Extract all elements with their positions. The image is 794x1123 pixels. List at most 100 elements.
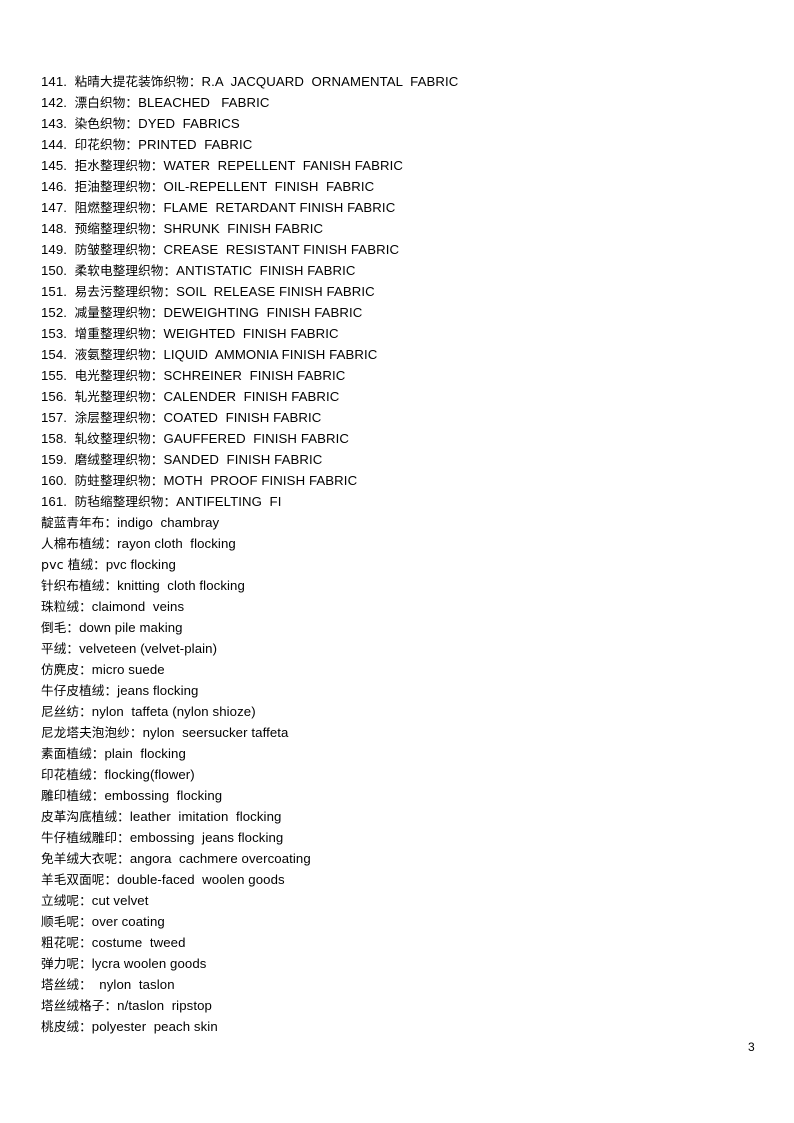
glossary-entry: 尼丝纺：nylon taffeta (nylon shioze) [41,701,741,722]
entry-term-chinese: 磨绒整理织物： [74,452,164,467]
entry-term-english: BLEACHED FABRIC [138,95,270,110]
glossary-entry: 144. 印花织物：PRINTED FABRIC [41,134,741,155]
entry-term-chinese: 顺毛呢： [41,914,92,929]
entry-term-english: FLAME RETARDANT FINISH FABRIC [163,200,396,215]
glossary-entry: 146. 拒油整理织物：OIL-REPELLENT FINISH FABRIC [41,176,741,197]
entry-term-chinese: 弹力呢： [41,956,92,971]
entry-term-chinese: pvc 植绒： [41,557,106,572]
entry-term-chinese: 倒毛： [41,620,80,635]
entry-term-chinese: 塔丝绒格子： [41,998,118,1013]
entry-term-english: n/taslon ripstop [117,998,212,1013]
entry-number: 145. [41,158,68,173]
entry-term-english: nylon taslon [91,977,175,992]
entry-term-chinese: 羊毛双面呢： [41,872,118,887]
glossary-entry: 142. 漂白织物：BLEACHED FABRIC [41,92,741,113]
entry-term-chinese: 尼龙塔夫泡泡纱： [41,725,143,740]
entry-term-english: WEIGHTED FINISH FABRIC [163,326,339,341]
entry-term-chinese: 平绒： [41,641,80,656]
entry-term-english: ANTIFELTING FI [176,494,282,509]
glossary-entry: 141. 粘晴大提花装饰织物：R.A JACQUARD ORNAMENTAL F… [41,71,741,92]
glossary-entry: 立绒呢：cut velvet [41,890,741,911]
entry-term-chinese: 免羊绒大衣呢： [41,851,130,866]
entry-term-english: SCHREINER FINISH FABRIC [163,368,346,383]
entry-term-english: SOIL RELEASE FINISH FABRIC [176,284,375,299]
entry-term-chinese: 牛仔植绒雕印： [41,830,130,845]
glossary-entry: 平绒：velveteen (velvet-plain) [41,638,741,659]
entry-term-english: LIQUID AMMONIA FINISH FABRIC [163,347,378,362]
glossary-entry: 靛蓝青年布：indigo chambray [41,512,741,533]
document-page: 141. 粘晴大提花装饰织物：R.A JACQUARD ORNAMENTAL F… [0,0,794,1123]
entry-term-english: indigo chambray [117,515,220,530]
entry-term-chinese: 染色织物： [74,116,139,131]
entry-term-english: cut velvet [91,893,149,908]
entry-term-chinese: 立绒呢： [41,893,92,908]
glossary-entry: 倒毛：down pile making [41,617,741,638]
glossary-entry: 152. 减量整理织物：DEWEIGHTING FINISH FABRIC [41,302,741,323]
entry-term-english: micro suede [91,662,165,677]
entry-term-english: OIL-REPELLENT FINISH FABRIC [163,179,375,194]
entry-number: 153. [41,326,68,341]
entry-term-english: velveteen (velvet-plain) [79,641,218,656]
entry-term-chinese: 增重整理织物： [74,326,164,341]
glossary-entry: 161. 防毡缩整理织物：ANTIFELTING FI [41,491,741,512]
entry-term-chinese: 粗花呢： [41,935,92,950]
entry-number: 149. [41,242,68,257]
entry-number: 147. [41,200,68,215]
glossary-entry: 154. 液氨整理织物：LIQUID AMMONIA FINISH FABRIC [41,344,741,365]
entry-number: 155. [41,368,68,383]
entry-term-english: rayon cloth flocking [117,536,236,551]
entry-term-english: double-faced woolen goods [117,872,285,887]
entry-term-chinese: 漂白织物： [74,95,139,110]
entry-term-chinese: 粘晴大提花装饰织物： [74,74,202,89]
entry-number: 154. [41,347,68,362]
entry-term-english: pvc flocking [105,557,176,572]
entry-term-chinese: 易去污整理织物： [74,284,177,299]
entry-term-english: claimond veins [91,599,185,614]
glossary-entry-list: 141. 粘晴大提花装饰织物：R.A JACQUARD ORNAMENTAL F… [41,71,741,1037]
entry-term-english: nylon taffeta (nylon shioze) [91,704,256,719]
entry-term-english: WATER REPELLENT FANISH FABRIC [163,158,404,173]
entry-number: 148. [41,221,68,236]
entry-term-chinese: 防蛀整理织物： [74,473,164,488]
entry-term-english: GAUFFERED FINISH FABRIC [163,431,350,446]
glossary-entry: pvc 植绒：pvc flocking [41,554,741,575]
entry-term-chinese: 尼丝纺： [41,704,92,719]
entry-term-chinese: 轧纹整理织物： [74,431,164,446]
glossary-entry: 148. 预缩整理织物：SHRUNK FINISH FABRIC [41,218,741,239]
glossary-entry: 印花植绒：flocking(flower) [41,764,741,785]
entry-term-chinese: 塔丝绒： [41,977,92,992]
glossary-entry: 雕印植绒：embossing flocking [41,785,741,806]
entry-term-chinese: 皮革沟底植绒： [41,809,130,824]
glossary-entry: 粗花呢：costume tweed [41,932,741,953]
entry-term-english: jeans flocking [117,683,199,698]
entry-term-chinese: 人棉布植绒： [41,536,118,551]
glossary-entry: 150. 柔软电整理织物：ANTISTATIC FINISH FABRIC [41,260,741,281]
glossary-entry: 素面植绒：plain flocking [41,743,741,764]
entry-term-chinese: 针织布植绒： [41,578,118,593]
glossary-entry: 珠粒绒：claimond veins [41,596,741,617]
entry-number: 156. [41,389,68,404]
entry-term-english: DEWEIGHTING FINISH FABRIC [163,305,363,320]
glossary-entry: 弹力呢：lycra woolen goods [41,953,741,974]
entry-term-english: R.A JACQUARD ORNAMENTAL FABRIC [201,74,459,89]
entry-term-english: knitting cloth flocking [117,578,245,593]
glossary-entry: 人棉布植绒：rayon cloth flocking [41,533,741,554]
entry-term-english: nylon seersucker taffeta [142,725,289,740]
entry-term-english: embossing flocking [104,788,223,803]
entry-number: 151. [41,284,68,299]
entry-term-english: lycra woolen goods [91,956,207,971]
glossary-entry: 牛仔皮植绒：jeans flocking [41,680,741,701]
glossary-entry: 158. 轧纹整理织物：GAUFFERED FINISH FABRIC [41,428,741,449]
entry-term-chinese: 电光整理织物： [74,368,164,383]
entry-term-english: leather imitation flocking [129,809,282,824]
glossary-entry: 针织布植绒：knitting cloth flocking [41,575,741,596]
entry-term-chinese: 拒水整理织物： [74,158,164,173]
entry-number: 144. [41,137,68,152]
entry-number: 157. [41,410,68,425]
glossary-entry: 151. 易去污整理织物：SOIL RELEASE FINISH FABRIC [41,281,741,302]
entry-term-english: polyester peach skin [91,1019,218,1034]
entry-term-chinese: 阻燃整理织物： [74,200,164,215]
entry-number: 143. [41,116,68,131]
entry-term-english: flocking(flower) [104,767,195,782]
glossary-entry: 156. 轧光整理织物：CALENDER FINISH FABRIC [41,386,741,407]
